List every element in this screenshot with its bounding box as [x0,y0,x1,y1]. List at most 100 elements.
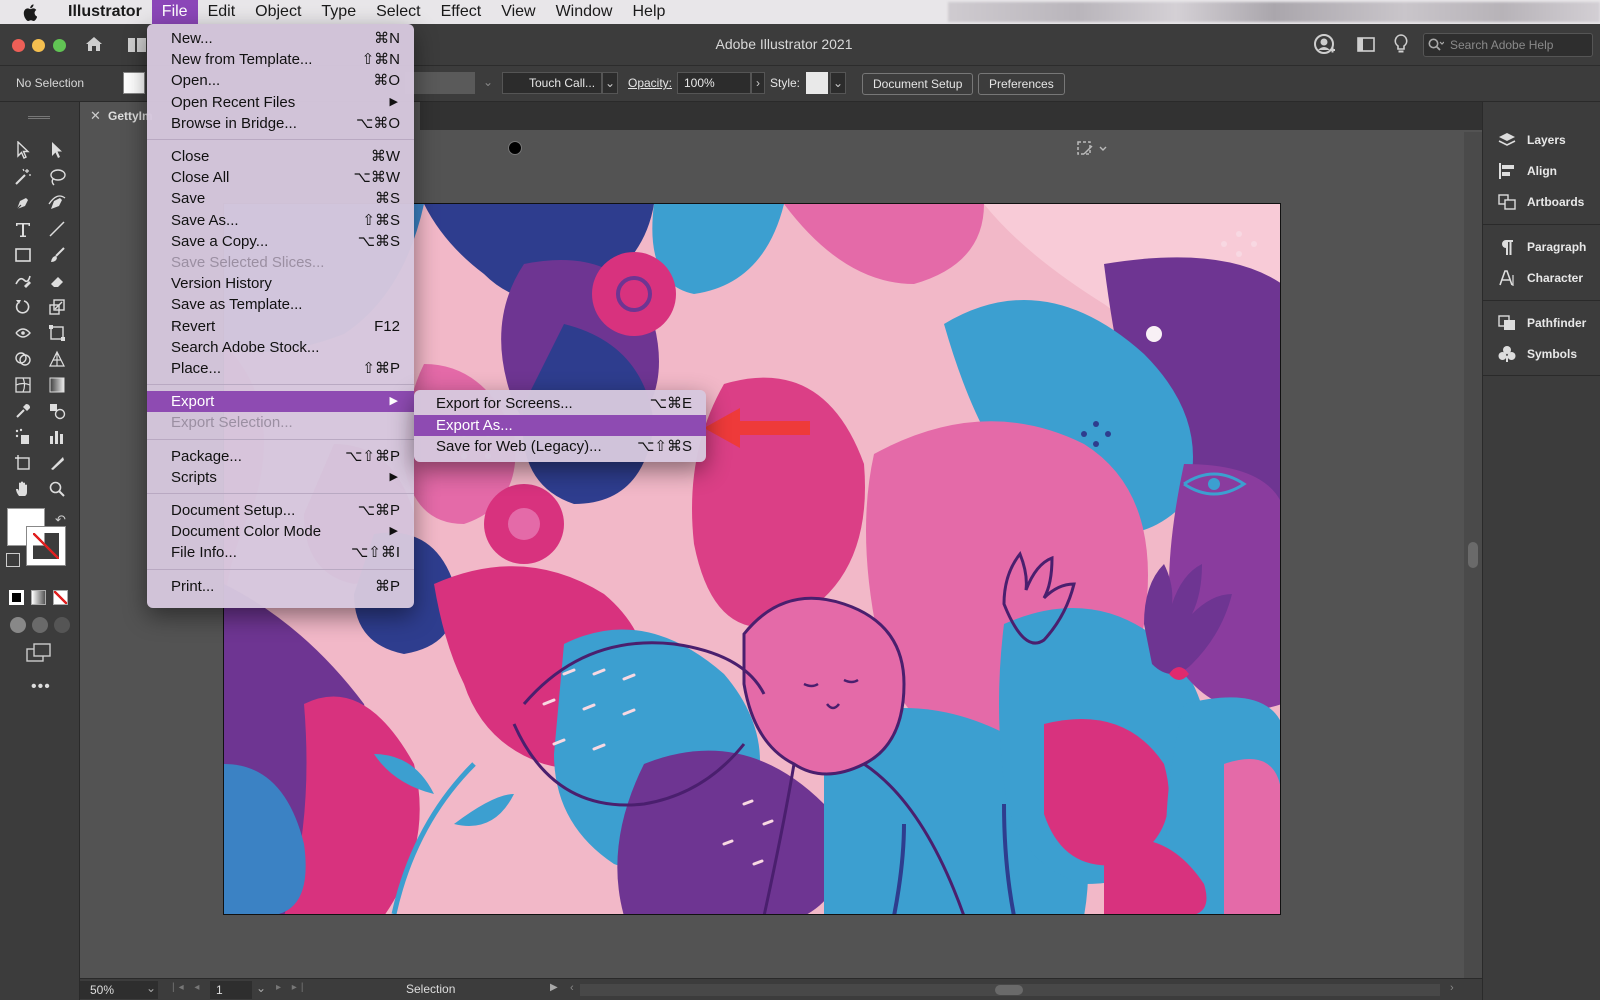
menu-item-save[interactable]: Save ⌘S [147,188,414,209]
chevron-down-icon[interactable]: ⌄ [146,981,156,995]
menu-item-save-a-copy[interactable]: Save a Copy... ⌥⌘S [147,231,414,252]
artboard-number-input[interactable]: 1 [210,981,252,999]
gradient-mode-icon[interactable] [31,590,46,605]
opacity-input[interactable]: 100% [677,72,751,94]
draw-normal-icon[interactable] [10,617,26,633]
vertical-scrollbar[interactable] [1464,132,1482,978]
color-mode-icon[interactable] [9,590,24,605]
panel-character[interactable]: Character [1497,266,1583,290]
mesh-tool-icon[interactable] [12,374,34,396]
menu-item-document-setup[interactable]: Document Setup... ⌥⌘P [147,500,414,521]
close-tab-icon[interactable]: ✕ [90,108,101,124]
line-segment-tool-icon[interactable] [46,218,68,240]
scale-tool-icon[interactable] [46,296,68,318]
menu-item-document-color-mode[interactable]: Document Color Mode ▶ [147,521,414,542]
menu-object[interactable]: Object [245,0,311,24]
pen-tool-icon[interactable] [12,192,34,214]
graphic-style-swatch[interactable] [806,72,828,94]
menu-item-version-history[interactable]: Version History [147,273,414,294]
artboard-tool-icon[interactable] [12,452,34,474]
apple-icon[interactable] [20,2,40,22]
preferences-button[interactable]: Preferences [978,73,1065,95]
blend-tool-icon[interactable] [46,400,68,422]
none-mode-icon[interactable] [53,590,68,605]
help-search-input[interactable]: Search Adobe Help [1423,33,1593,57]
default-fill-stroke-icon[interactable] [6,553,20,567]
menu-item-close-all[interactable]: Close All ⌥⌘W [147,167,414,188]
menu-item-new-from-template[interactable]: New from Template... ⇧⌘N [147,49,414,70]
menu-item-search-adobe-stock[interactable]: Search Adobe Stock... [147,337,414,358]
symbol-sprayer-tool-icon[interactable] [12,426,34,448]
chevron-down-icon[interactable]: ⌄ [256,981,266,995]
fill-swatch[interactable] [123,72,145,94]
discover-lightbulb-icon[interactable] [1394,34,1408,57]
next-artboard-icon[interactable]: ▸ ▸| [276,982,307,993]
menu-app-name[interactable]: Illustrator [58,0,152,24]
chevron-down-icon[interactable]: ⌄ [483,72,495,94]
free-transform-tool-icon[interactable] [46,322,68,344]
gradient-tool-icon[interactable] [46,374,68,396]
width-tool-icon[interactable] [12,322,34,344]
panel-artboards[interactable]: Artboards [1497,190,1584,214]
menu-select[interactable]: Select [366,0,430,24]
panel-symbols[interactable]: Symbols [1497,342,1577,366]
perspective-grid-tool-icon[interactable] [46,348,68,370]
shaper-tool-icon[interactable] [12,270,34,292]
menu-item-scripts[interactable]: Scripts ▶ [147,467,414,488]
edit-toolbar-icon[interactable]: ••• [31,678,51,696]
draw-behind-icon[interactable] [32,617,48,633]
menu-file[interactable]: File [151,0,198,24]
magic-wand-tool-icon[interactable] [12,166,34,188]
brush-definition-dropdown[interactable]: Touch Call... [502,72,602,94]
vertical-scroll-thumb[interactable] [1468,542,1478,568]
rectangle-tool-icon[interactable] [12,244,34,266]
stroke-color-swatch[interactable] [26,526,66,566]
menu-item-browse-in-bridge[interactable]: Browse in Bridge... ⌥⌘O [147,113,414,134]
scroll-left-icon[interactable]: ‹ [570,982,574,994]
horizontal-scrollbar[interactable] [580,984,1440,996]
lasso-tool-icon[interactable] [46,166,68,188]
panel-align[interactable]: Align [1497,159,1557,183]
menu-item-package[interactable]: Package... ⌥⇧⌘P [147,446,414,467]
eyedropper-tool-icon[interactable] [12,400,34,422]
menu-item-revert[interactable]: Revert F12 [147,316,414,337]
scroll-right-icon[interactable]: › [1450,982,1454,994]
menu-window[interactable]: Window [546,0,623,24]
workspace-switcher-icon[interactable] [1357,37,1375,55]
draw-inside-icon[interactable] [54,617,70,633]
swap-fill-stroke-icon[interactable]: ↶ [55,512,66,528]
chevron-down-icon[interactable]: ⌄ [830,72,846,94]
document-setup-button[interactable]: Document Setup [862,73,974,95]
menu-edit[interactable]: Edit [198,0,246,24]
chevron-down-icon[interactable]: ⌄ [602,72,618,94]
menu-item-export[interactable]: Export ▶ [147,391,414,413]
menu-effect[interactable]: Effect [431,0,492,24]
type-tool-icon[interactable] [12,218,34,240]
menu-item-print[interactable]: Print... ⌘P [147,576,414,597]
panel-layers[interactable]: Layers [1497,128,1566,152]
menu-item-open[interactable]: Open... ⌘O [147,70,414,91]
zoom-tool-icon[interactable] [46,478,68,500]
direct-selection-tool-icon[interactable] [46,139,68,161]
horizontal-scroll-thumb[interactable] [995,985,1023,995]
menu-view[interactable]: View [491,0,545,24]
panel-pathfinder[interactable]: Pathfinder [1497,311,1586,335]
paintbrush-tool-icon[interactable] [46,244,68,266]
menu-item-place[interactable]: Place... ⇧⌘P [147,358,414,379]
eraser-tool-icon[interactable] [46,270,68,292]
chevron-right-icon[interactable]: › [751,72,765,94]
panel-paragraph[interactable]: Paragraph [1497,235,1586,259]
hand-tool-icon[interactable] [12,478,34,500]
transform-options-icon[interactable] [1076,139,1110,162]
menu-item-file-info[interactable]: File Info... ⌥⇧⌘I [147,542,414,563]
opacity-label[interactable]: Opacity: [628,73,672,95]
menu-item-close[interactable]: Close ⌘W [147,146,414,167]
column-graph-tool-icon[interactable] [46,426,68,448]
menu-type[interactable]: Type [311,0,366,24]
menu-item-save-as-template[interactable]: Save as Template... [147,294,414,315]
submenu-item-save-for-web-legacy[interactable]: Save for Web (Legacy)... ⌥⇧⌘S [414,436,706,457]
screen-mode-icon[interactable] [26,643,52,666]
toolbar-grip[interactable] [28,116,50,119]
stroke-weight-field[interactable] [405,72,475,94]
menu-help[interactable]: Help [622,0,675,24]
